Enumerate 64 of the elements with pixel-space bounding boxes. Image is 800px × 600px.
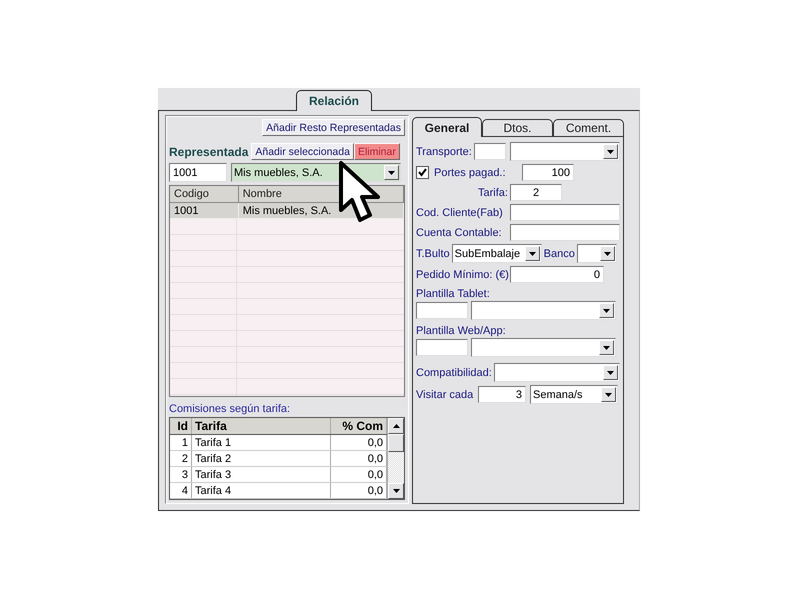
dropdown[interactable] [471,338,616,357]
table-cell: Tarifa 2 [192,451,331,466]
dropdown[interactable] [471,301,616,320]
number-field[interactable]: 2 [510,184,562,201]
tab[interactable]: General [412,117,482,137]
code-field[interactable] [416,302,468,319]
code-field[interactable] [416,339,468,356]
field-label: Tarifa: [477,186,508,198]
table-cell: 1001 [170,203,239,218]
column-header: Tarifa [192,418,331,434]
code-field[interactable] [474,143,506,160]
field-label: Cod. Cliente(Fab) [416,206,504,218]
dropdown[interactable]: SubEmbalaje [452,244,542,263]
grid-row[interactable]: 1001 Mis muebles, S.A. [170,203,404,219]
number-field[interactable]: 100 [522,164,574,181]
scroll-down-arrow-icon[interactable] [392,489,400,493]
dropdown[interactable] [494,363,620,382]
table-cell: Tarifa 1 [192,435,331,450]
dropdown-arrow-icon [603,308,610,312]
field-label: Compatibilidad: [416,366,492,378]
dropdown[interactable] [576,244,617,263]
field-label: Plantilla Tablet: [416,288,491,300]
field-label: Cuenta Contable: [416,226,503,238]
text-field[interactable] [510,204,620,221]
tab[interactable]: Dtos. [482,119,553,137]
dropdown-arrow-icon [607,370,614,374]
column-header: Codigo [170,186,239,202]
table-cell: 2 [170,451,192,466]
dropdown-arrow-icon [388,170,395,174]
table-cell: 3 [170,467,192,482]
dropdown-arrow-icon [604,252,611,256]
field-label: Plantilla Web/App: [416,325,507,337]
scrollbar[interactable] [387,418,404,499]
table-cell: 4 [170,483,192,498]
code-field[interactable]: 1001 [169,163,227,182]
scroll-thumb[interactable] [388,434,404,452]
scroll-up-arrow-icon[interactable] [392,424,400,428]
table-cell: Tarifa 4 [192,483,331,498]
field-label: Pedido Mínimo: (€) [416,268,508,280]
tab[interactable]: Coment. [553,119,624,137]
field-label: Banco [544,248,575,260]
section-caption: Comisiones según tarifa: [169,403,292,415]
section-label: Representada [169,144,248,158]
name-dropdown[interactable]: Mis muebles, S.A. [231,163,401,182]
dropdown-arrow-icon [606,150,614,154]
dropdown[interactable] [510,142,620,161]
dropdown-arrow-icon [528,252,536,256]
dropdown-arrow-icon [605,392,612,396]
tab[interactable]: Relación [296,90,372,111]
dropdown[interactable]: Semana/s [530,385,618,404]
add-rest-button[interactable]: Añadir Resto Representadas [262,119,405,136]
field-label: T.Bulto [416,248,450,260]
table-cell: 1 [170,435,192,450]
dropdown-arrow-icon [603,346,610,350]
add-selected-button[interactable]: Añadir seleccionada [251,143,354,160]
field-label: Portes pagad.: [434,166,507,178]
number-field[interactable]: 0 [510,266,604,283]
number-field[interactable]: 3 [478,386,526,403]
checkbox[interactable] [416,166,429,179]
column-header: Id [170,418,192,434]
field-label: Visitar cada [416,388,474,400]
field-label: Transporte: [416,146,472,158]
text-field[interactable] [510,224,620,241]
table-cell: Tarifa 3 [192,467,331,482]
